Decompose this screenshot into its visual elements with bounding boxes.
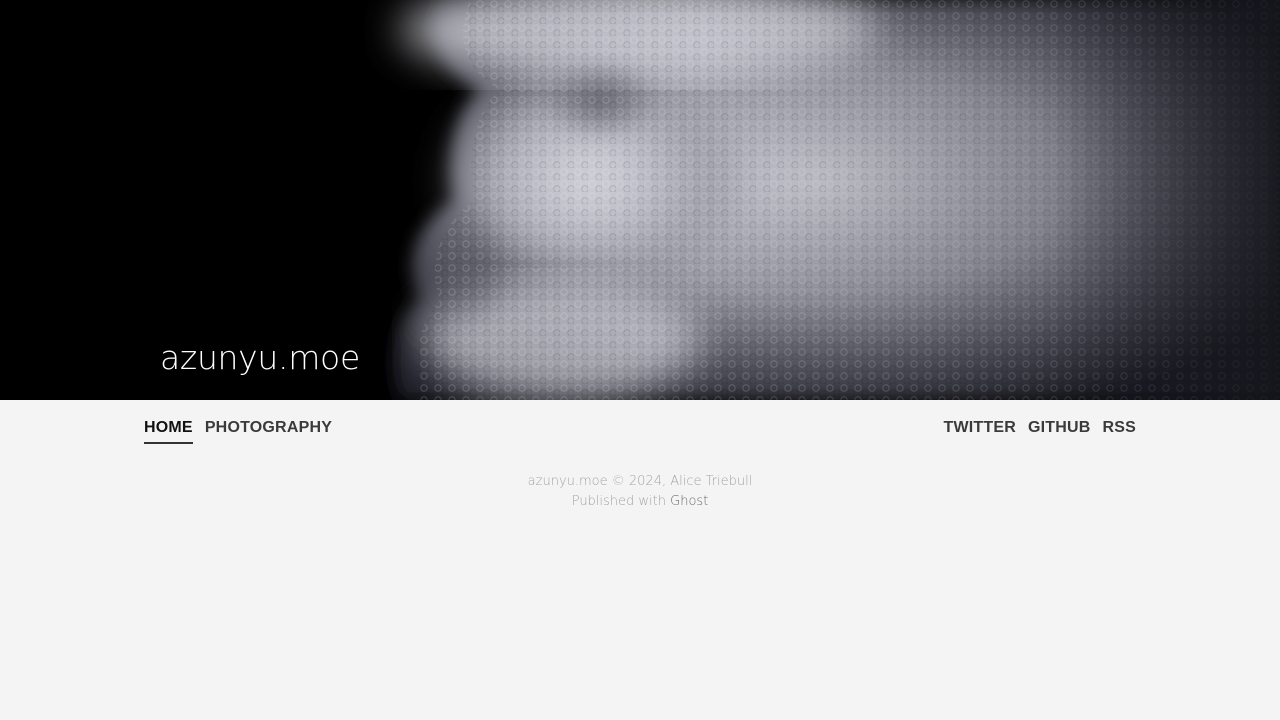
main-nav: HOME PHOTOGRAPHY TWITTER GITHUB RSS	[0, 400, 1280, 456]
site-title[interactable]: azunyu.moe	[160, 336, 360, 380]
ghost-link[interactable]: Ghost	[670, 494, 708, 509]
nav-primary: HOME PHOTOGRAPHY	[144, 418, 332, 444]
nav-twitter-link[interactable]: TWITTER	[943, 418, 1016, 442]
footer-published-prefix: Published with	[571, 494, 667, 509]
nav-github-link[interactable]: GITHUB	[1028, 418, 1091, 442]
nav-home-link[interactable]: HOME	[144, 418, 193, 444]
nav-rss-link[interactable]: RSS	[1103, 418, 1137, 442]
footer-published: Published with Ghost	[0, 492, 1280, 512]
site-footer: azunyu.moe © 2024, Alice Triebull Publis…	[0, 472, 1280, 512]
nav-secondary: TWITTER GITHUB RSS	[943, 418, 1136, 442]
hero-header: azunyu.moe	[0, 0, 1280, 400]
footer-copyright: azunyu.moe © 2024, Alice Triebull	[527, 474, 753, 489]
nav-photography-link[interactable]: PHOTOGRAPHY	[205, 418, 332, 444]
